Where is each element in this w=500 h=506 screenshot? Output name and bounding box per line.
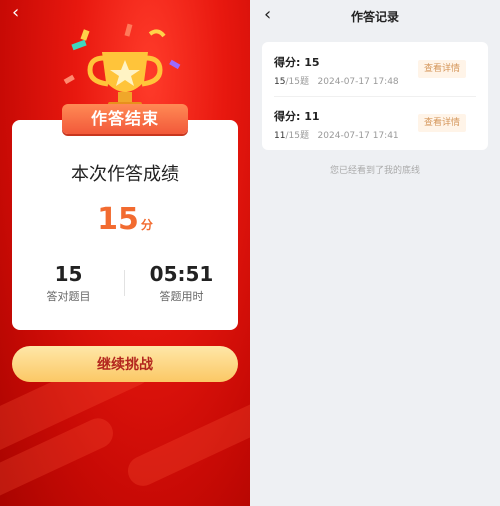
result-screen: ‹ 本次作答成绩 15 分 15 答对题目 05:51 答题用时 作答结束 继续… xyxy=(0,0,250,506)
list-item: 得分: 11 11/15题 2024-07-17 17:41 查看详情 xyxy=(262,96,488,150)
continue-challenge-button[interactable]: 继续挑战 xyxy=(12,346,238,382)
score-unit: 分 xyxy=(140,218,153,232)
score-display: 15 分 xyxy=(12,202,238,237)
time-used: 05:51 xyxy=(149,262,214,286)
list-item: 得分: 15 15/15题 2024-07-17 17:48 查看详情 xyxy=(262,42,488,96)
record-total: /15题 xyxy=(285,131,309,141)
score-value: 15 xyxy=(97,202,139,237)
record-correct: 15 xyxy=(274,77,286,87)
records-list: 得分: 15 15/15题 2024-07-17 17:48 查看详情 得分: … xyxy=(262,42,488,150)
back-icon[interactable]: ‹ xyxy=(12,2,19,23)
finish-banner: 作答结束 xyxy=(62,104,188,134)
correct-count: 15 xyxy=(54,262,83,286)
record-meta: 11/15题 2024-07-17 17:41 xyxy=(274,128,399,141)
record-correct: 11 xyxy=(274,131,286,141)
correct-stat: 15 答对题目 xyxy=(12,262,125,304)
end-of-list-note: 您已经看到了我的底线 xyxy=(329,166,420,176)
time-label: 答题用时 xyxy=(159,290,204,303)
record-datetime: 2024-07-17 17:41 xyxy=(317,131,399,141)
background-streak xyxy=(123,379,250,491)
page-title: 作答记录 xyxy=(350,10,399,24)
view-detail-button[interactable]: 查看详情 xyxy=(418,60,466,78)
record-meta: 15/15题 2024-07-17 17:48 xyxy=(274,74,399,87)
record-datetime: 2024-07-17 17:48 xyxy=(317,77,399,87)
card-title: 本次作答成绩 xyxy=(71,164,179,185)
time-stat: 05:51 答题用时 xyxy=(125,262,238,304)
record-score: 得分: 15 xyxy=(274,56,320,69)
records-screen: ‹ 作答记录 得分: 15 15/15题 2024-07-17 17:48 查看… xyxy=(250,0,500,506)
view-detail-button[interactable]: 查看详情 xyxy=(418,114,466,132)
record-total: /15题 xyxy=(285,77,309,87)
result-card: 本次作答成绩 15 分 15 答对题目 05:51 答题用时 xyxy=(12,120,238,330)
record-score: 得分: 11 xyxy=(274,110,320,123)
correct-label: 答对题目 xyxy=(46,290,91,303)
header: ‹ 作答记录 xyxy=(250,0,500,32)
